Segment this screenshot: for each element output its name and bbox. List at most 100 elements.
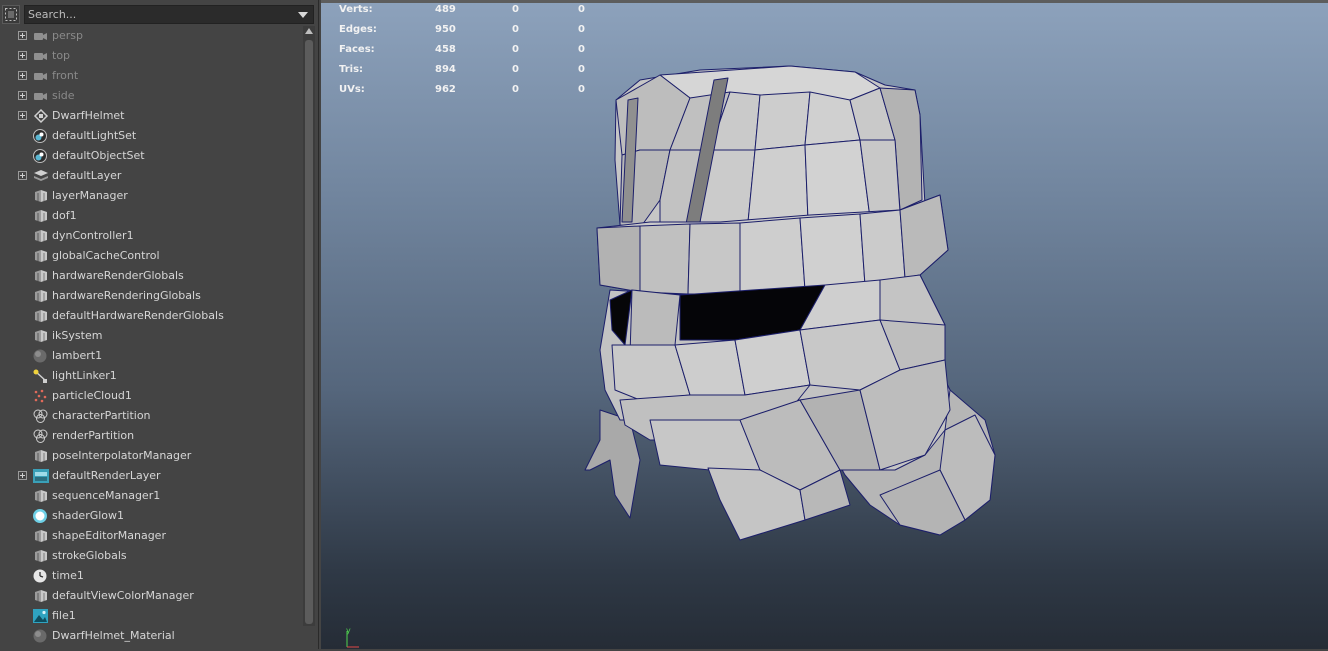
helmet-mesh[interactable] [321,0,1328,649]
node-icon [32,288,50,304]
set-icon [32,128,50,144]
outliner-item-renderpartition[interactable]: renderPartition [0,426,300,446]
outliner-item-lightlinker1[interactable]: lightLinker1 [0,366,300,386]
expand-plus-icon[interactable] [18,91,27,100]
clock-icon [32,568,50,584]
outliner-item-label: poseInterpolatorManager [52,449,192,462]
outliner-item-top[interactable]: top [0,46,300,66]
search-input[interactable] [24,5,314,24]
outliner-item-globalcachecontrol[interactable]: globalCacheControl [0,246,300,266]
outliner-item-hardwarerenderglobals[interactable]: hardwareRenderGlobals [0,266,300,286]
node-icon [32,228,50,244]
outliner-item-defaultobjectset[interactable]: defaultObjectSet [0,146,300,166]
outliner-item-iksystem[interactable]: ikSystem [0,326,300,346]
hud-label: Tris: [339,64,364,75]
outliner-panel: persp top front side DwarfHelmet defaultLight… [0,0,319,649]
outliner-item-strokeglobals[interactable]: strokeGlobals [0,546,300,566]
outliner-item-label: dynController1 [52,229,134,242]
outliner-item-sequencemanager1[interactable]: sequenceManager1 [0,486,300,506]
expand-plus-icon[interactable] [18,111,27,120]
outliner-item-label: shaderGlow1 [52,509,125,522]
outliner-item-label: layerManager [52,189,128,202]
outliner-item-label: file1 [52,609,76,622]
outliner-item-persp[interactable]: persp [0,26,300,46]
outliner-item-side[interactable]: side [0,86,300,106]
outliner-item-time1[interactable]: time1 [0,566,300,586]
outliner-item-defaultrenderlayer[interactable]: defaultRenderLayer [0,466,300,486]
hud-value: 0 [578,4,585,15]
outliner-item-label: persp [52,29,83,42]
expand-plus-icon[interactable] [18,171,27,180]
layer-icon [32,168,50,184]
axis-y-label: y [346,626,351,635]
hud-value: 0 [512,4,519,15]
outliner-scrollbar[interactable] [303,26,315,626]
hud-value: 0 [578,44,585,55]
node-icon [32,248,50,264]
outliner-item-label: front [52,69,79,82]
outliner-item-label: lambert1 [52,349,103,362]
outliner-item-label: DwarfHelmet [52,109,125,122]
outliner-item-label: defaultLayer [52,169,122,182]
outliner-item-dwarfhelmet[interactable]: DwarfHelmet [0,106,300,126]
hud-value: 0 [578,24,585,35]
camera-icon [32,48,50,64]
partition-icon [32,408,50,424]
outliner-item-label: strokeGlobals [52,549,127,562]
hud-value: 962 [435,84,456,95]
node-icon [32,588,50,604]
outliner-item-lambert1[interactable]: lambert1 [0,346,300,366]
outliner-item-label: hardwareRenderingGlobals [52,289,201,302]
outliner-item-label: ikSystem [52,329,103,342]
outliner-item-characterpartition[interactable]: characterPartition [0,406,300,426]
camera-icon [32,88,50,104]
hud-value: 0 [512,84,519,95]
outliner-item-label: sequenceManager1 [52,489,161,502]
node-icon [32,448,50,464]
outliner-item-label: shapeEditorManager [52,529,166,542]
expand-plus-icon[interactable] [18,71,27,80]
node-icon [32,548,50,564]
hud-value: 0 [512,64,519,75]
outliner-item-shapeeditormanager[interactable]: shapeEditorManager [0,526,300,546]
filter-options-button[interactable] [2,5,20,24]
expand-plus-icon[interactable] [18,51,27,60]
outliner-item-label: defaultViewColorManager [52,589,194,602]
image-file-icon [32,608,50,624]
camera-icon [32,28,50,44]
outliner-item-label: defaultHardwareRenderGlobals [52,309,224,322]
hud-value: 0 [512,24,519,35]
outliner-item-shaderglow1[interactable]: shaderGlow1 [0,506,300,526]
outliner-item-front[interactable]: front [0,66,300,86]
outliner-item-dyncontroller1[interactable]: dynController1 [0,226,300,246]
particle-icon [32,388,50,404]
outliner-item-label: defaultObjectSet [52,149,145,162]
search-dropdown-arrow-icon[interactable] [298,12,308,18]
set-icon [32,148,50,164]
hud-value: 489 [435,4,456,15]
outliner-item-file1[interactable]: file1 [0,606,300,626]
node-icon [32,208,50,224]
outliner-item-dwarfhelmet-material[interactable]: DwarfHelmet_Material [0,626,300,646]
scroll-up-arrow-icon[interactable] [305,28,313,34]
outliner-item-defaulthardwarerenderglobals[interactable]: defaultHardwareRenderGlobals [0,306,300,326]
outliner-item-dof1[interactable]: dof1 [0,206,300,226]
outliner-item-poseinterpolatormanager[interactable]: poseInterpolatorManager [0,446,300,466]
outliner-item-label: defaultRenderLayer [52,469,161,482]
expand-plus-icon[interactable] [18,31,27,40]
outliner-item-label: characterPartition [52,409,151,422]
outliner-item-layermanager[interactable]: layerManager [0,186,300,206]
hud-value: 458 [435,44,456,55]
material-sphere-icon [32,628,50,644]
outliner-item-hardwarerenderingglobals[interactable]: hardwareRenderingGlobals [0,286,300,306]
hud-value: 0 [578,84,585,95]
expand-plus-icon[interactable] [18,471,27,480]
node-icon [32,308,50,324]
outliner-item-particlecloud1[interactable]: particleCloud1 [0,386,300,406]
3d-viewport[interactable]: Verts: 489 0 0 Edges: 950 0 0 Faces: 458 0 0 Tris: 89… [321,0,1328,649]
scrollbar-thumb[interactable] [305,40,313,624]
outliner-item-defaultlightset[interactable]: defaultLightSet [0,126,300,146]
outliner-item-defaultlayer[interactable]: defaultLayer [0,166,300,186]
outliner-item-label: dof1 [52,209,77,222]
outliner-item-defaultviewcolormanager[interactable]: defaultViewColorManager [0,586,300,606]
